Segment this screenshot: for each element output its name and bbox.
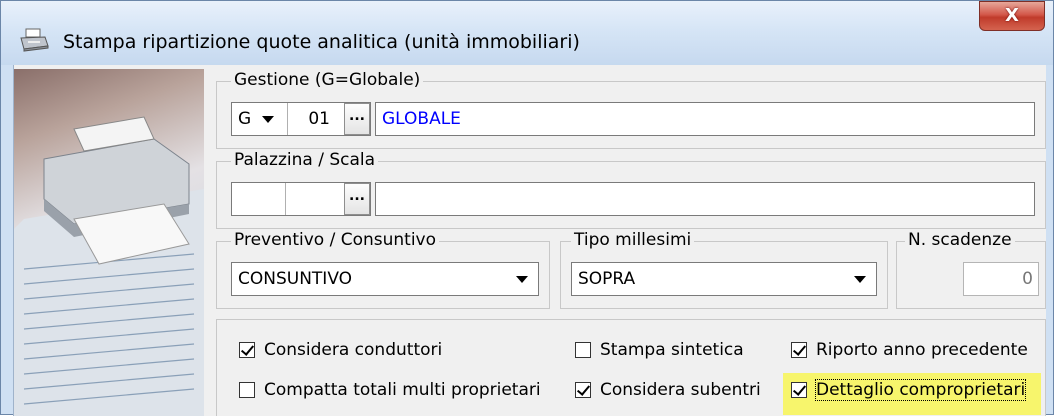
option-label: Considera conduttori	[264, 340, 443, 360]
option-riporto-anno-precedente[interactable]: Riporto anno precedente	[791, 340, 1028, 360]
option-considera-subentri[interactable]: Considera subentri	[575, 380, 761, 400]
scadenze-value: 0	[1022, 269, 1033, 289]
scala-code-field[interactable]	[286, 183, 342, 215]
option-label: Dettaglio comproprietari	[814, 379, 1027, 401]
option-label: Compatta totali multi proprietari	[264, 380, 541, 400]
millesimi-legend: Tipo millesimi	[571, 230, 695, 250]
preventivo-group: Preventivo / Consuntivo CONSUNTIVO	[216, 230, 550, 309]
options-group: Considera conduttori Stampa sintetica Ri…	[216, 319, 1046, 416]
preventivo-legend: Preventivo / Consuntivo	[231, 230, 440, 250]
checkbox-unchecked[interactable]	[575, 342, 591, 358]
gestione-type-dropdown[interactable]: G	[232, 103, 288, 135]
checkbox-checked[interactable]	[791, 382, 807, 398]
millesimi-group: Tipo millesimi SOPRA	[560, 230, 888, 309]
option-label: Considera subentri	[600, 380, 761, 400]
window-title: Stampa ripartizione quote analitica (uni…	[63, 31, 580, 53]
dialog-body: Gestione (G=Globale) G 01 ... GLOBALE Pa…	[13, 65, 1046, 416]
gestione-description-field[interactable]: GLOBALE	[375, 102, 1035, 136]
checkbox-unchecked[interactable]	[239, 382, 255, 398]
checkbox-checked[interactable]	[575, 382, 591, 398]
gestione-type-value: G	[238, 109, 252, 129]
palazzina-description-field[interactable]	[375, 182, 1035, 216]
chevron-down-icon	[854, 276, 866, 283]
chevron-down-icon	[262, 116, 274, 123]
chevron-down-icon	[516, 276, 528, 283]
millesimi-value: SOPRA	[578, 269, 636, 289]
gestione-description-value: GLOBALE	[382, 109, 461, 129]
option-considera-conduttori[interactable]: Considera conduttori	[239, 340, 442, 360]
title-bar[interactable]: Stampa ripartizione quote analitica (uni…	[1, 1, 1053, 65]
checkbox-checked[interactable]	[791, 342, 807, 358]
option-compatta-totali[interactable]: Compatta totali multi proprietari	[239, 380, 541, 400]
palazzina-group: Palazzina / Scala ...	[216, 150, 1046, 229]
millesimi-dropdown[interactable]: SOPRA	[571, 262, 877, 296]
palazzina-legend: Palazzina / Scala	[231, 150, 379, 170]
gestione-group: Gestione (G=Globale) G 01 ... GLOBALE	[216, 70, 1046, 149]
checkbox-checked[interactable]	[239, 342, 255, 358]
print-options-form: Gestione (G=Globale) G 01 ... GLOBALE Pa…	[216, 69, 1046, 416]
printer-icon	[20, 28, 49, 52]
printer-banner-image	[14, 69, 204, 416]
gestione-code-field[interactable]: 01	[288, 103, 340, 135]
gestione-browse-button[interactable]: ...	[344, 103, 370, 135]
preventivo-dropdown[interactable]: CONSUNTIVO	[231, 262, 539, 296]
gestione-code-value: 01	[308, 109, 330, 129]
gestione-legend: Gestione (G=Globale)	[231, 70, 424, 90]
scadenze-field[interactable]: 0	[963, 262, 1039, 296]
option-stampa-sintetica[interactable]: Stampa sintetica	[575, 340, 744, 360]
scadenze-legend: N. scadenze	[905, 230, 1015, 250]
palazzina-browse-button[interactable]: ...	[344, 183, 370, 215]
scadenze-group: N. scadenze 0	[896, 230, 1046, 309]
preventivo-value: CONSUNTIVO	[238, 269, 353, 289]
option-label: Stampa sintetica	[600, 340, 744, 360]
palazzina-code-field[interactable]	[232, 183, 286, 215]
close-button[interactable]: X	[979, 1, 1045, 31]
print-dialog-window: Stampa ripartizione quote analitica (uni…	[0, 0, 1054, 416]
option-label: Riporto anno precedente	[816, 340, 1028, 360]
option-dettaglio-comproprietari[interactable]: Dettaglio comproprietari	[791, 379, 1027, 401]
